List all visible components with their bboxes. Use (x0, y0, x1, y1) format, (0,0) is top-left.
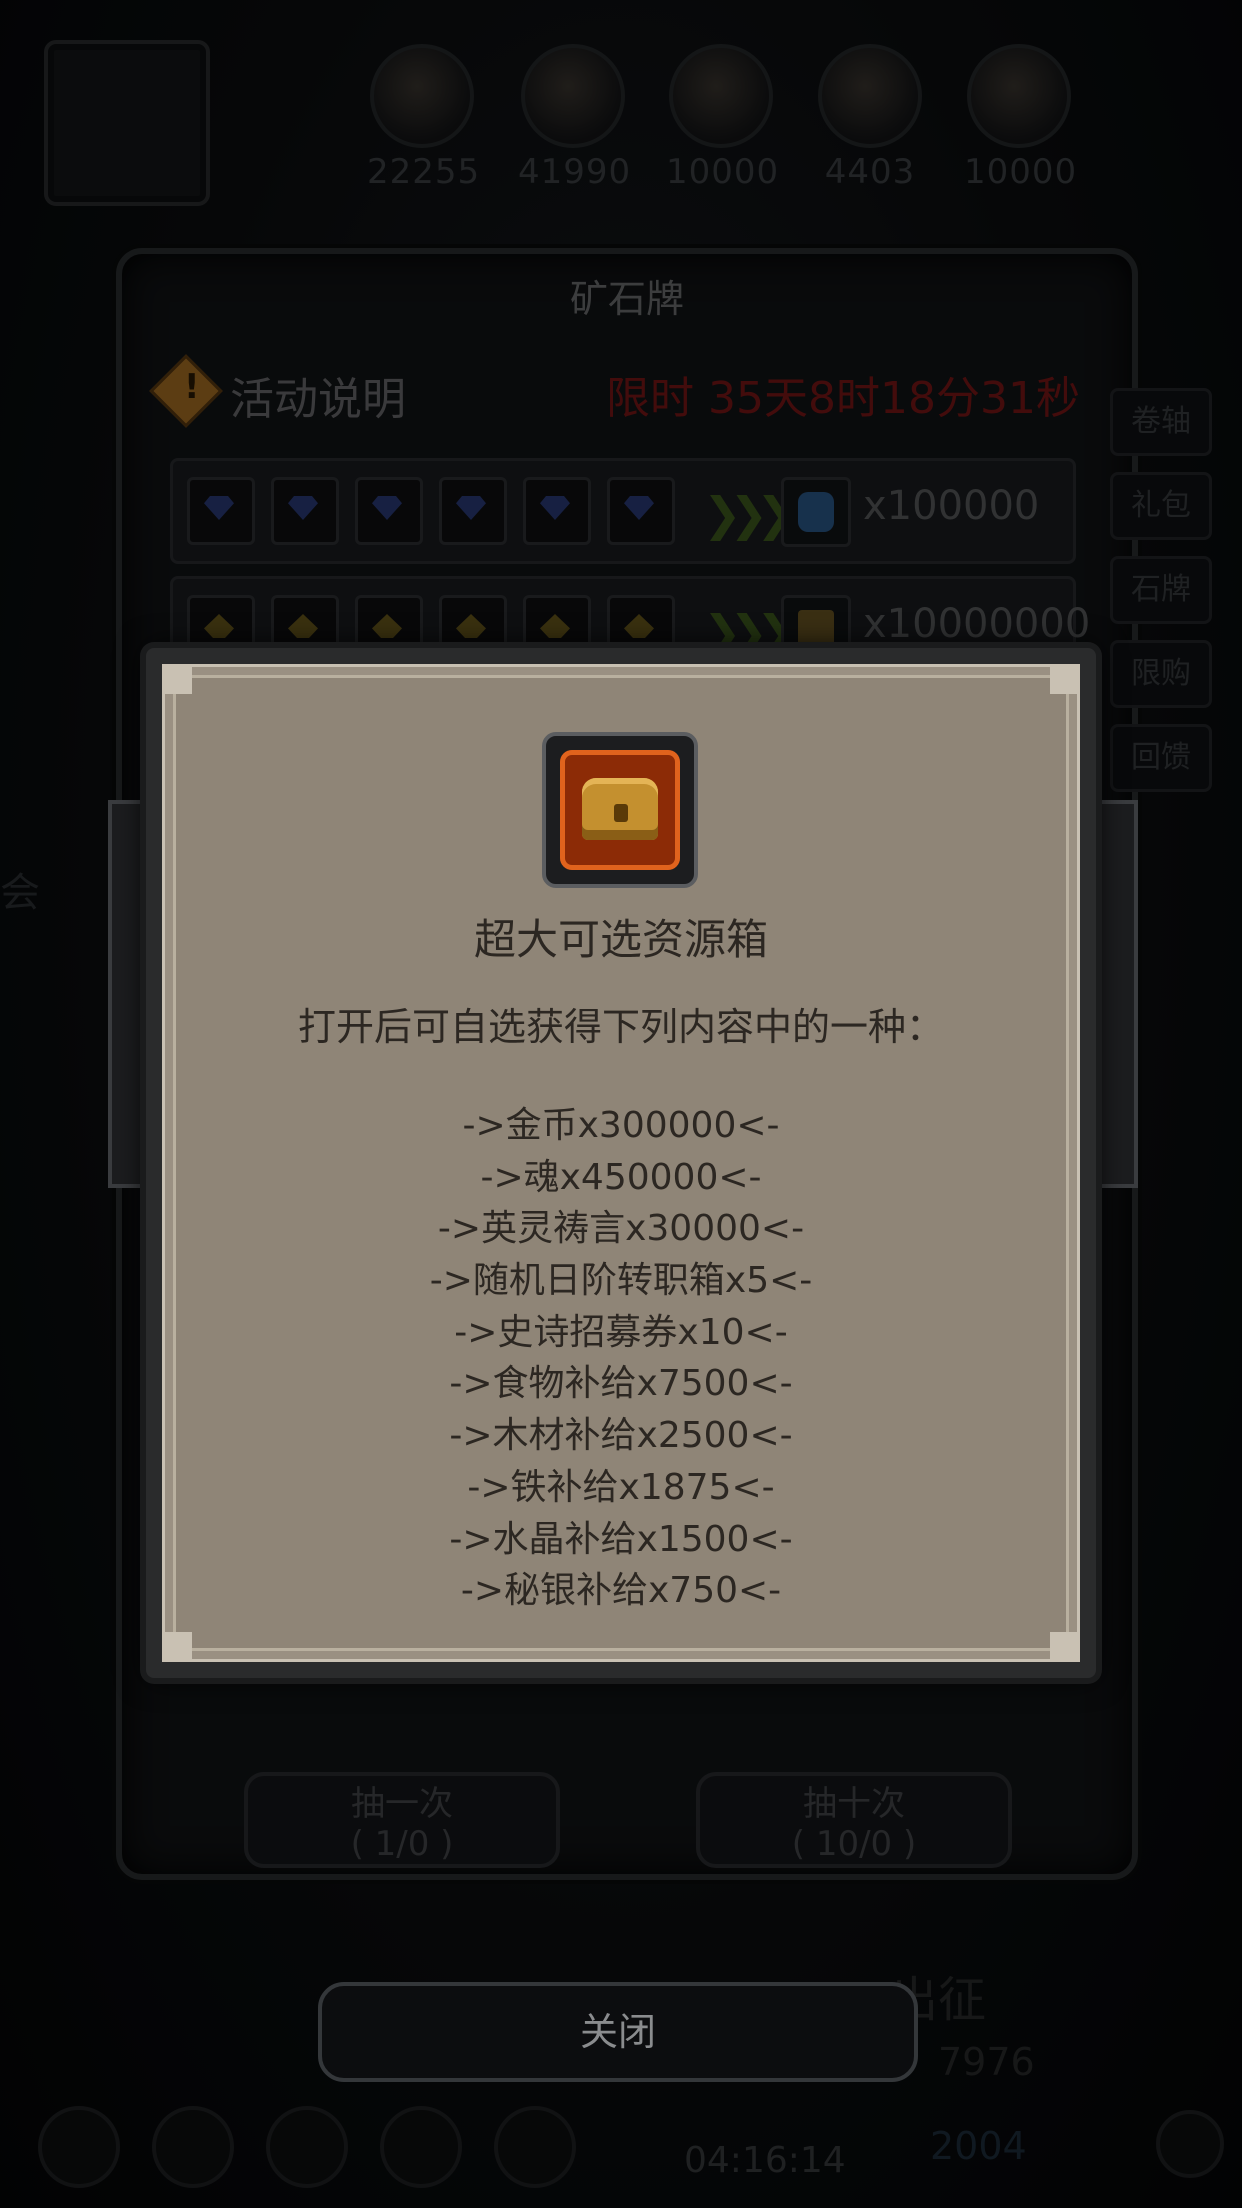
option-item: ->魂x450000<- (480, 1156, 762, 1198)
option-item: ->食物补给x7500<- (449, 1363, 793, 1405)
item-title: 超大可选资源箱 (473, 915, 768, 964)
popup-corner (162, 1632, 192, 1662)
popup-corner (1050, 1632, 1080, 1662)
close-button[interactable]: 关闭 (318, 1982, 918, 2082)
option-item: ->铁补给x1875<- (467, 1466, 775, 1508)
option-item: ->英灵祷言x30000<- (437, 1208, 805, 1250)
treasure-chest-icon (582, 778, 658, 840)
option-item: ->随机日阶转职箱x5<- (429, 1260, 813, 1302)
popup-corner (1050, 664, 1080, 694)
option-item: ->金币x300000<- (462, 1105, 780, 1146)
item-description: 打开后可自选获得下列内容中的一种： (297, 1005, 944, 1049)
popup-corner (162, 664, 192, 694)
item-icon-frame (542, 732, 698, 888)
option-item: ->木材补给x2500<- (449, 1415, 793, 1457)
option-item: ->秘银补给x750<- (460, 1570, 782, 1612)
option-list: ->金币x300000<- ->魂x450000<- ->英灵祷言x30000<… (162, 1100, 1080, 1617)
popup-right-bracket (1090, 800, 1138, 1188)
option-item: ->史诗招募券x10<- (454, 1311, 788, 1353)
option-item: ->水晶补给x1500<- (449, 1518, 793, 1560)
